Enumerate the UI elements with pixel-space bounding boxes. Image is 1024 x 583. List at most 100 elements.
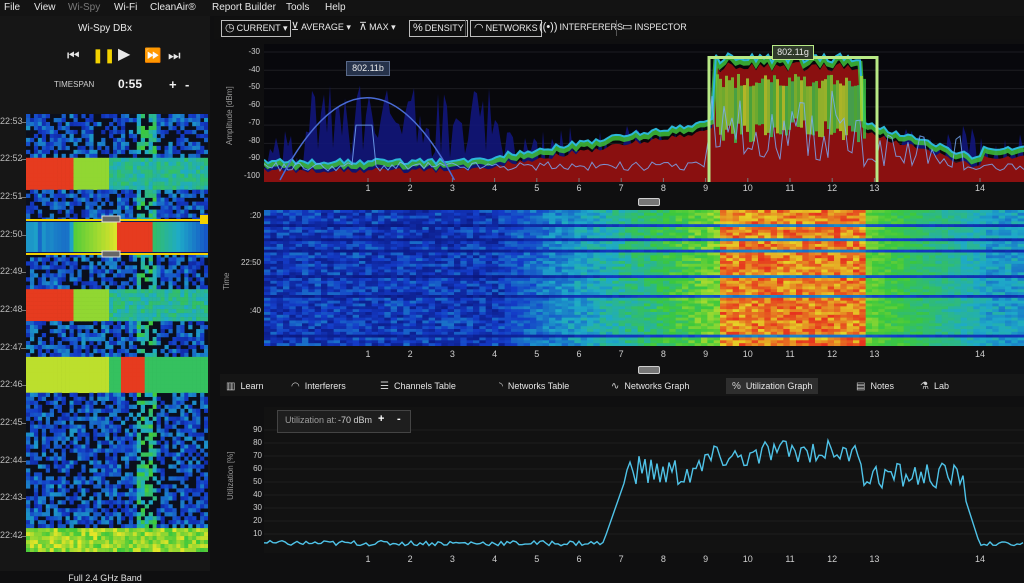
- waterfall-cell: [164, 166, 168, 170]
- splitter-handle[interactable]: [638, 198, 660, 206]
- waterfall-cell: [81, 476, 85, 480]
- menu-cleanair[interactable]: CleanAir®: [150, 2, 196, 13]
- waterfall-cell: [58, 222, 62, 252]
- timespan-plus-button[interactable]: +: [169, 77, 177, 92]
- waterfall-cell: [34, 126, 38, 130]
- waterfall-cell: [168, 150, 172, 154]
- density-cell: [688, 210, 695, 213]
- skip-forward-button[interactable]: ⏭: [168, 48, 181, 62]
- waterfall-cell: [180, 460, 184, 464]
- waterfall-cell: [38, 277, 42, 281]
- waterfall-cell: [46, 114, 50, 118]
- menu-file[interactable]: File: [4, 2, 20, 13]
- density-cell: [365, 227, 372, 230]
- density-cell: [821, 213, 828, 216]
- density-button[interactable]: %DENSITY: [409, 20, 468, 37]
- waterfall-cell: [145, 142, 149, 146]
- density-cell: [701, 233, 708, 236]
- waterfall-cell: [168, 142, 172, 146]
- menu-report-builder[interactable]: Report Builder: [212, 2, 276, 13]
- waterfall-cell: [161, 413, 165, 417]
- waterfall-cell: [81, 134, 85, 138]
- density-cell: [726, 227, 733, 230]
- waterfall-cell: [46, 293, 50, 297]
- play-button[interactable]: ▶: [118, 48, 130, 62]
- waterfall-cell: [180, 293, 184, 297]
- current-trace-button[interactable]: ◷CURRENT ▾: [221, 20, 291, 37]
- density-cell: [549, 210, 556, 213]
- waterfall-cell: [188, 373, 192, 377]
- density-cell: [796, 216, 803, 219]
- density-cell: [581, 210, 588, 213]
- networks-button[interactable]: ◠NETWORKS: [470, 20, 542, 37]
- waterfall-cell: [34, 452, 38, 456]
- menu-view[interactable]: View: [34, 2, 56, 13]
- waterfall-cell: [157, 337, 161, 341]
- waterfall-cell: [184, 468, 188, 472]
- waterfall-cell: [196, 480, 200, 484]
- density-cell: [536, 233, 543, 236]
- waterfall-cell: [93, 544, 97, 548]
- waterfall-cell: [196, 174, 200, 178]
- waterfall-cell: [81, 337, 85, 341]
- waterfall-cell: [101, 142, 105, 146]
- density-cell: [828, 230, 835, 233]
- waterfall-cell: [129, 512, 133, 516]
- density-cell: [910, 230, 917, 233]
- fast-forward-button[interactable]: ⏩: [144, 48, 161, 62]
- inspector-button[interactable]: ▭INSPECTOR: [622, 20, 687, 35]
- waterfall-cell: [113, 265, 117, 269]
- waterfall-cell: [70, 421, 74, 425]
- pause-button[interactable]: ❚❚: [92, 48, 115, 62]
- skip-back-button[interactable]: ⏮: [67, 48, 80, 62]
- waterfall-cell: [77, 166, 81, 170]
- density-cell: [840, 216, 847, 219]
- left-waterfall[interactable]: [26, 114, 208, 552]
- waterfall-cell: [42, 114, 46, 118]
- waterfall-cell: [196, 413, 200, 417]
- menu-tools[interactable]: Tools: [286, 2, 309, 13]
- density-cell: [441, 224, 448, 227]
- waterfall-cell: [129, 484, 133, 488]
- waterfall-cell: [176, 289, 180, 293]
- waterfall-cell: [38, 341, 42, 345]
- menu-wi-fi[interactable]: Wi-Fi: [114, 2, 137, 13]
- waterfall-cell: [180, 190, 184, 194]
- waterfall-cell: [50, 162, 54, 166]
- waterfall-cell: [34, 146, 38, 150]
- waterfall-cell: [66, 385, 70, 389]
- waterfall-cell: [97, 293, 101, 297]
- waterfall-cell: [192, 365, 196, 369]
- waterfall-cell: [34, 417, 38, 421]
- density-cell: [391, 221, 398, 224]
- waterfall-cell: [38, 385, 42, 389]
- waterfall-cell: [70, 409, 74, 413]
- density-waterfall[interactable]: [264, 210, 1024, 346]
- menu-wi-spy[interactable]: Wi-Spy: [68, 2, 100, 13]
- waterfall-cell: [34, 194, 38, 198]
- interferers-button[interactable]: ((•))INTERFERERS: [539, 20, 623, 35]
- average-trace-button[interactable]: ⊻AVERAGE ▾: [291, 20, 351, 35]
- waterfall-cell: [145, 130, 149, 134]
- density-cell: [460, 210, 467, 213]
- waterfall-cell: [58, 421, 62, 425]
- waterfall-cell: [176, 190, 180, 194]
- waterfall-cell: [38, 421, 42, 425]
- waterfall-cell: [161, 361, 165, 365]
- density-cell: [821, 219, 828, 222]
- waterfall-cell: [176, 178, 180, 182]
- density-cell: [688, 219, 695, 222]
- timespan-minus-button[interactable]: -: [185, 77, 189, 92]
- waterfall-cell: [200, 377, 204, 381]
- waterfall-cell: [125, 464, 129, 468]
- max-trace-button[interactable]: ⊼MAX ▾: [359, 20, 396, 35]
- waterfall-cell: [117, 448, 121, 452]
- waterfall-cell: [196, 548, 200, 552]
- plateau-bin: [824, 79, 827, 121]
- waterfall-cell: [30, 401, 34, 405]
- waterfall-cell: [172, 341, 176, 345]
- density-cell: [486, 210, 493, 213]
- waterfall-cell: [34, 516, 38, 520]
- menu-help[interactable]: Help: [325, 2, 346, 13]
- density-cell: [346, 216, 353, 219]
